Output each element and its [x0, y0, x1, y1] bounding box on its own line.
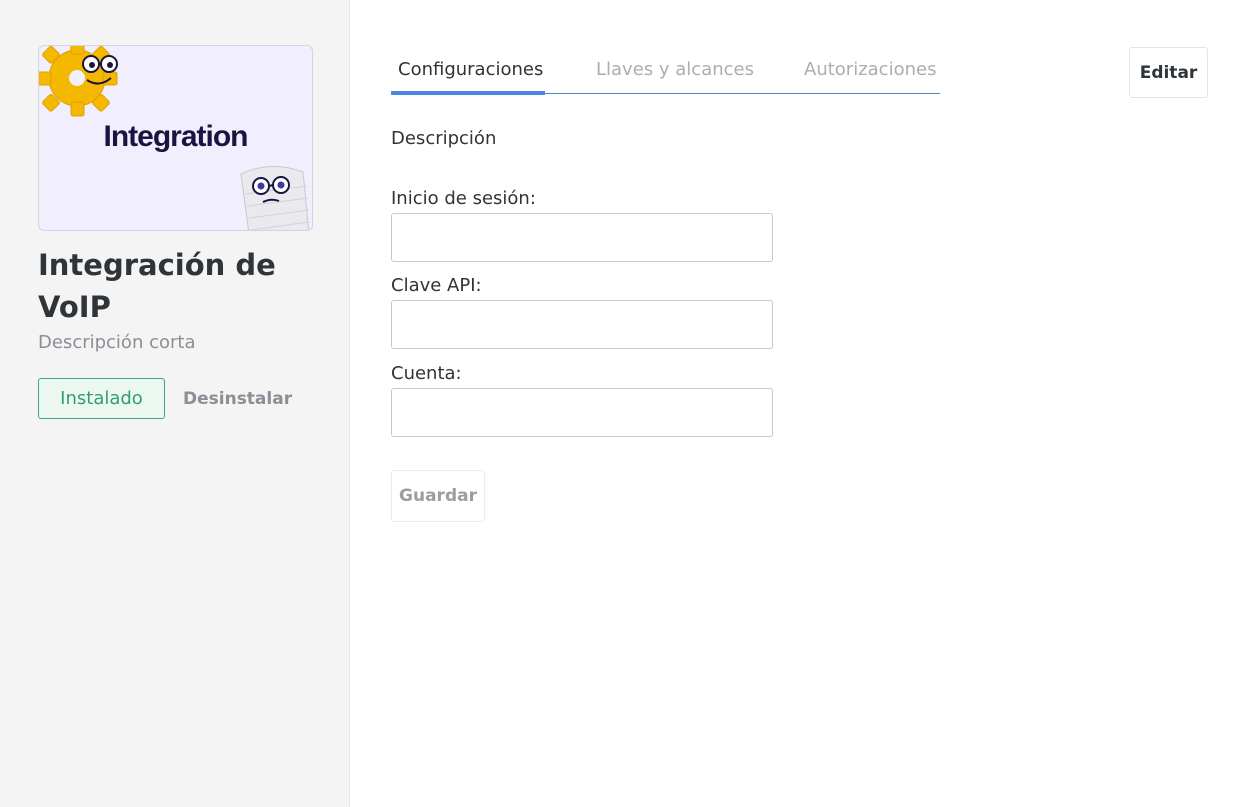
tab-autorizaciones[interactable]: Autorizaciones: [804, 59, 936, 80]
app-cover-image: Integration: [38, 45, 313, 231]
api-key-input[interactable]: [391, 300, 773, 349]
cover-title: Integration: [103, 120, 249, 153]
login-label: Inicio de sesión:: [391, 188, 536, 209]
paper-mascot-icon: [240, 165, 310, 230]
tab-configuraciones[interactable]: Configuraciones: [398, 59, 543, 80]
settings-tabs: Configuraciones Llaves y alcances Autori…: [391, 55, 940, 95]
account-label: Cuenta:: [391, 363, 462, 384]
api-key-label: Clave API:: [391, 275, 482, 296]
save-button[interactable]: Guardar: [391, 470, 485, 522]
app-short-description: Descripción corta: [38, 332, 196, 353]
app-sidebar: Integration Integración de VoIP Descripc…: [0, 0, 350, 807]
app-name: Integración de VoIP: [38, 248, 276, 324]
account-input[interactable]: [391, 388, 773, 437]
active-tab-indicator: [391, 91, 545, 95]
gear-mascot-icon: [39, 46, 118, 117]
edit-button[interactable]: Editar: [1129, 47, 1208, 98]
tab-llaves-y-alcances[interactable]: Llaves y alcances: [596, 59, 754, 80]
section-title: Descripción: [391, 128, 497, 149]
uninstall-button[interactable]: Desinstalar: [183, 389, 292, 409]
installed-badge: Instalado: [38, 378, 165, 419]
login-input[interactable]: [391, 213, 773, 262]
